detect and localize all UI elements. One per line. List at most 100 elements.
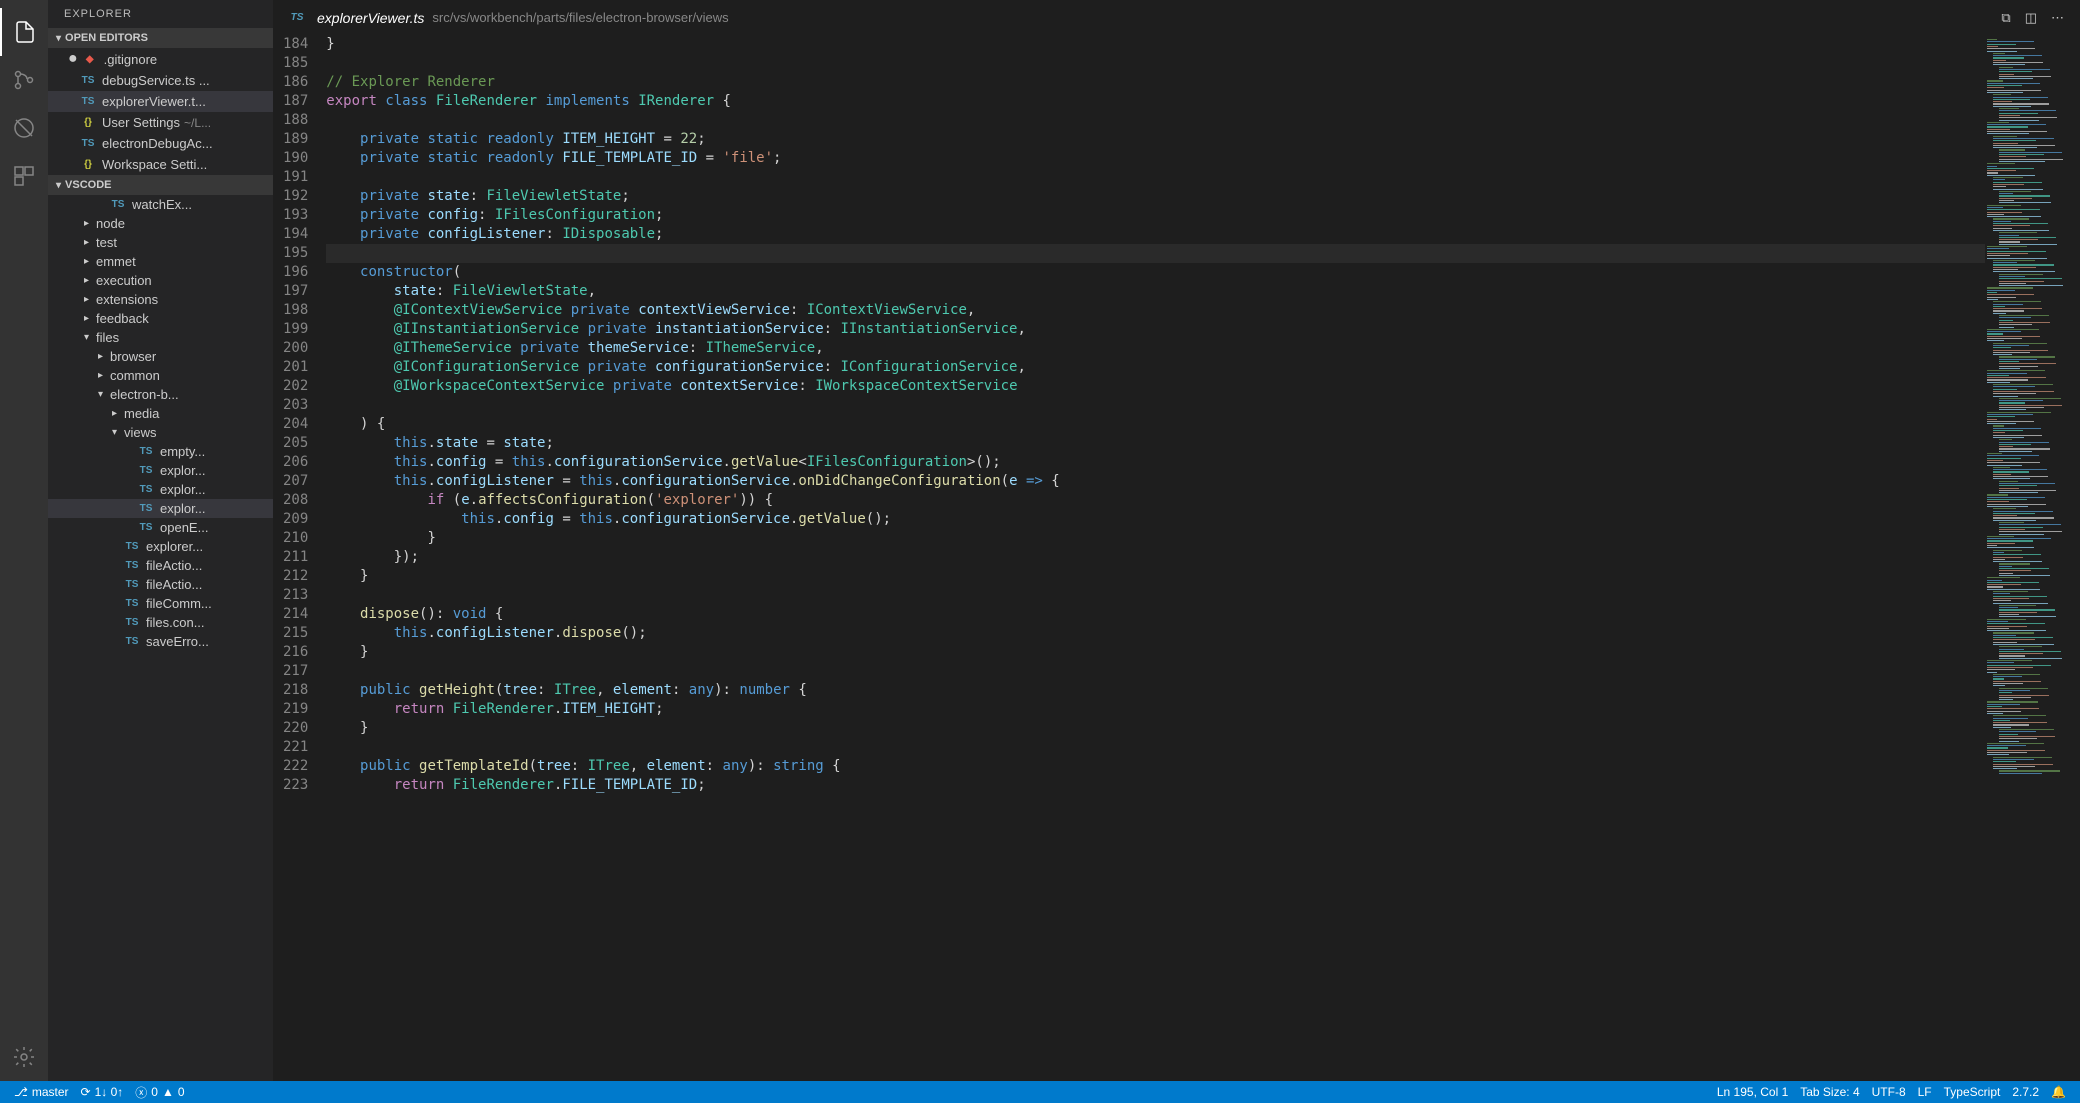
file-icon: TS xyxy=(138,522,154,533)
tree-label: explor... xyxy=(160,482,206,497)
tree-item[interactable]: ▸test xyxy=(48,233,273,252)
editor-tab-active[interactable]: TS explorerViewer.ts src/vs/workbench/pa… xyxy=(281,10,737,26)
file-name: explorerViewer.t... xyxy=(102,94,206,109)
tree-label: openE... xyxy=(160,520,208,535)
tree-item[interactable]: TSfileActio... xyxy=(48,556,273,575)
tree-item[interactable]: ▾files xyxy=(48,328,273,347)
tree-item[interactable]: ▾electron-b... xyxy=(48,385,273,404)
minimap[interactable] xyxy=(1985,35,2080,1081)
status-tabsize[interactable]: Tab Size: 4 xyxy=(1794,1085,1865,1099)
file-icon: TS xyxy=(138,446,154,457)
editor-path: src/vs/workbench/parts/files/electron-br… xyxy=(432,10,728,25)
sidebar-explorer: EXPLORER ▾ OPEN EDITORS ●◆.gitignoreTSde… xyxy=(48,0,273,1081)
tree-item[interactable]: ▸feedback xyxy=(48,309,273,328)
tree-label: emmet xyxy=(96,254,136,269)
tree-item[interactable]: ▸common xyxy=(48,366,273,385)
status-bar: ⎇master ⟳1↓ 0↑ ⓧ0▲0 Ln 195, Col 1 Tab Si… xyxy=(0,1081,2080,1103)
tree-item[interactable]: TSwatchEx... xyxy=(48,195,273,214)
tree-label: execution xyxy=(96,273,152,288)
sidebar-title: EXPLORER xyxy=(48,0,273,28)
tree-label: views xyxy=(124,425,157,440)
chevron-icon: ▾ xyxy=(84,332,96,343)
typescript-icon: TS xyxy=(289,12,305,23)
tree-item[interactable]: ▸execution xyxy=(48,271,273,290)
open-editor-item[interactable]: ●◆.gitignore xyxy=(48,48,273,70)
file-icon: TS xyxy=(124,579,140,590)
status-feedback[interactable]: 🔔 xyxy=(2045,1085,2072,1099)
tree-label: extensions xyxy=(96,292,158,307)
split-editor-icon[interactable]: ◫ xyxy=(2025,10,2037,26)
workspace-header[interactable]: ▾ VSCODE xyxy=(48,175,273,195)
tree-item[interactable]: ▸browser xyxy=(48,347,273,366)
tree-item[interactable]: ▸media xyxy=(48,404,273,423)
chevron-down-icon: ▾ xyxy=(56,180,61,191)
chevron-icon: ▸ xyxy=(112,408,124,419)
tree-item[interactable]: TS files.con... xyxy=(48,613,273,632)
branch-icon: ⎇ xyxy=(14,1085,28,1099)
open-editor-item[interactable]: {} User Settings ~/L... xyxy=(48,112,273,133)
tree-item[interactable]: TSexplor... xyxy=(48,499,273,518)
tree-label: common xyxy=(110,368,160,383)
activity-explorer[interactable] xyxy=(0,8,48,56)
open-editor-item[interactable]: TSdebugService.ts ... xyxy=(48,70,273,91)
status-language[interactable]: TypeScript xyxy=(1938,1085,2007,1099)
file-icon: {} xyxy=(80,117,96,128)
file-icon: TS xyxy=(138,484,154,495)
tree-item[interactable]: TSfileComm... xyxy=(48,594,273,613)
chevron-icon: ▸ xyxy=(84,313,96,324)
file-icon: ◆ xyxy=(82,54,98,65)
open-editor-item[interactable]: {}Workspace Setti... xyxy=(48,154,273,175)
line-gutter[interactable]: 1841851861871881891901911921931941951961… xyxy=(273,35,326,1081)
tree-item[interactable]: TSexplorer... xyxy=(48,537,273,556)
file-meta: ~/L... xyxy=(184,116,211,130)
activity-debug[interactable] xyxy=(0,104,48,152)
file-icon: TS xyxy=(124,560,140,571)
file-name: debugService.ts ... xyxy=(102,73,210,88)
tree-label: feedback xyxy=(96,311,149,326)
activity-settings[interactable] xyxy=(0,1033,48,1081)
editor-tabs: TS explorerViewer.ts src/vs/workbench/pa… xyxy=(273,0,2080,35)
tree-item[interactable]: ▸emmet xyxy=(48,252,273,271)
tree-item[interactable]: TS explor... xyxy=(48,480,273,499)
activity-bar xyxy=(0,0,48,1081)
tree-item[interactable]: TS explor... xyxy=(48,461,273,480)
open-editor-item[interactable]: TSelectronDebugAc... xyxy=(48,133,273,154)
status-version[interactable]: 2.7.2 xyxy=(2006,1085,2045,1099)
warning-icon: ▲ xyxy=(162,1085,174,1099)
status-encoding[interactable]: UTF-8 xyxy=(1866,1085,1912,1099)
activity-scm[interactable] xyxy=(0,56,48,104)
more-icon[interactable]: ⋯ xyxy=(2051,10,2064,26)
tree-label: fileComm... xyxy=(146,596,212,611)
status-eol[interactable]: LF xyxy=(1912,1085,1938,1099)
tree-item[interactable]: ▸node xyxy=(48,214,273,233)
file-name: User Settings xyxy=(102,115,180,130)
file-name: electronDebugAc... xyxy=(102,136,213,151)
tree-item[interactable]: TSempty... xyxy=(48,442,273,461)
file-icon: TS xyxy=(110,199,126,210)
sync-icon: ⟳ xyxy=(81,1085,91,1099)
tree-item[interactable]: TSfileActio... xyxy=(48,575,273,594)
file-icon: {} xyxy=(80,159,96,170)
tree-label: explor... xyxy=(160,463,206,478)
file-icon: TS xyxy=(138,465,154,476)
compare-icon[interactable]: ⧉ xyxy=(2001,10,2010,26)
chevron-icon: ▸ xyxy=(84,275,96,286)
tree-item[interactable]: ▾views xyxy=(48,423,273,442)
code-editor[interactable]: }// Explorer Rendererexport class FileRe… xyxy=(326,35,1985,1081)
file-icon: TS xyxy=(124,617,140,628)
chevron-icon: ▾ xyxy=(112,427,124,438)
tree-label: test xyxy=(96,235,117,250)
tree-item[interactable]: TSsaveErro... xyxy=(48,632,273,651)
status-branch[interactable]: ⎇master xyxy=(8,1085,75,1099)
status-problems[interactable]: ⓧ0▲0 xyxy=(129,1084,190,1101)
status-sync[interactable]: ⟳1↓ 0↑ xyxy=(75,1085,130,1099)
tree-label: media xyxy=(124,406,159,421)
tree-item[interactable]: TS openE... xyxy=(48,518,273,537)
status-linecol[interactable]: Ln 195, Col 1 xyxy=(1711,1085,1794,1099)
activity-extensions[interactable] xyxy=(0,152,48,200)
file-icon: TS xyxy=(80,96,96,107)
open-editor-item[interactable]: TS explorerViewer.t... xyxy=(48,91,273,112)
tree-label: files.con... xyxy=(146,615,205,630)
tree-item[interactable]: ▸extensions xyxy=(48,290,273,309)
open-editors-header[interactable]: ▾ OPEN EDITORS xyxy=(48,28,273,48)
